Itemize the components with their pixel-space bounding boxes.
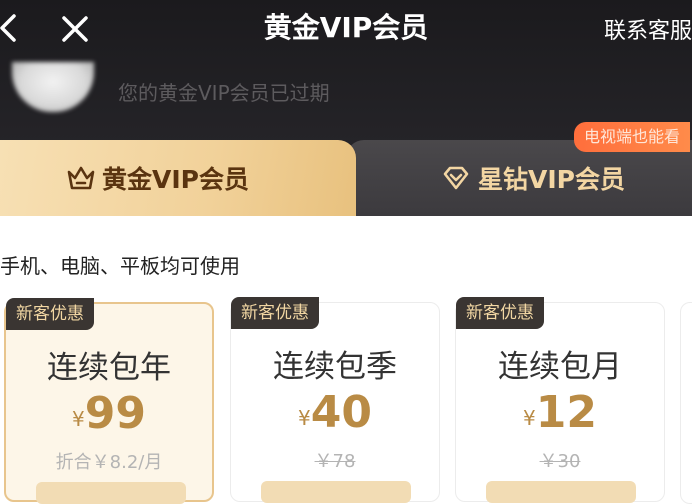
avatar[interactable] — [12, 62, 94, 112]
plan-price: ¥99 — [6, 388, 212, 439]
diamond-icon — [443, 166, 469, 190]
plan-renewal-note — [36, 482, 186, 504]
currency-symbol: ¥ — [72, 407, 85, 431]
tv-badge: 电视端也能看 — [574, 122, 691, 152]
new-customer-badge: 新客优惠 — [456, 297, 544, 329]
plan-card-yearly[interactable]: 新客优惠 连续包年 ¥99 折合￥8.2/月 — [4, 298, 214, 504]
plan-card-monthly[interactable]: 新客优惠 连续包月 ¥12 ￥30 — [455, 297, 665, 503]
new-customer-badge: 新客优惠 — [6, 298, 94, 330]
tab-gold-vip-label-group[interactable]: 黄金VIP会员 — [66, 160, 249, 196]
plan-original-price: ￥78 — [314, 451, 356, 472]
devices-note: 手机、电脑、平板均可使用 — [0, 254, 240, 278]
plan-price: ¥12 — [456, 387, 664, 438]
membership-status-text: 您的黄金VIP会员已过期 — [118, 81, 330, 105]
plan-renewal-note — [261, 481, 411, 503]
price-amount: 40 — [310, 387, 372, 438]
currency-symbol: ¥ — [523, 406, 536, 430]
price-amount: 12 — [535, 387, 597, 438]
plan-card-partial[interactable] — [680, 302, 692, 504]
crown-icon — [67, 166, 95, 190]
page-title: 黄金VIP会员 — [263, 11, 429, 44]
plan-renewal-note — [486, 481, 636, 503]
tab-diamond-vip-label-group[interactable]: 星钻VIP会员 — [442, 160, 625, 196]
plan-name: 连续包季 — [273, 349, 397, 385]
tab-gold-vip-label: 黄金VIP会员 — [102, 165, 249, 194]
plan-name: 连续包年 — [47, 350, 171, 386]
tab-diamond-vip-label: 星钻VIP会员 — [478, 165, 625, 194]
plan-price: ¥40 — [231, 387, 439, 438]
plan-original-price: ￥30 — [539, 451, 581, 472]
top-bar: 黄金VIP会员 联系客服 — [0, 0, 692, 58]
plan-monthly-equivalent: 折合￥8.2/月 — [55, 452, 163, 473]
plan-card-quarterly[interactable]: 新客优惠 连续包季 ¥40 ￥78 — [230, 297, 440, 503]
currency-symbol: ¥ — [298, 406, 311, 430]
new-customer-badge: 新客优惠 — [231, 297, 319, 329]
plan-name: 连续包月 — [498, 349, 622, 385]
header: 黄金VIP会员 联系客服 您的黄金VIP会员已过期 黄金VIP会员 星钻VIP会… — [0, 0, 692, 216]
price-amount: 99 — [84, 388, 146, 439]
contact-support-link[interactable]: 联系客服 — [604, 13, 692, 45]
